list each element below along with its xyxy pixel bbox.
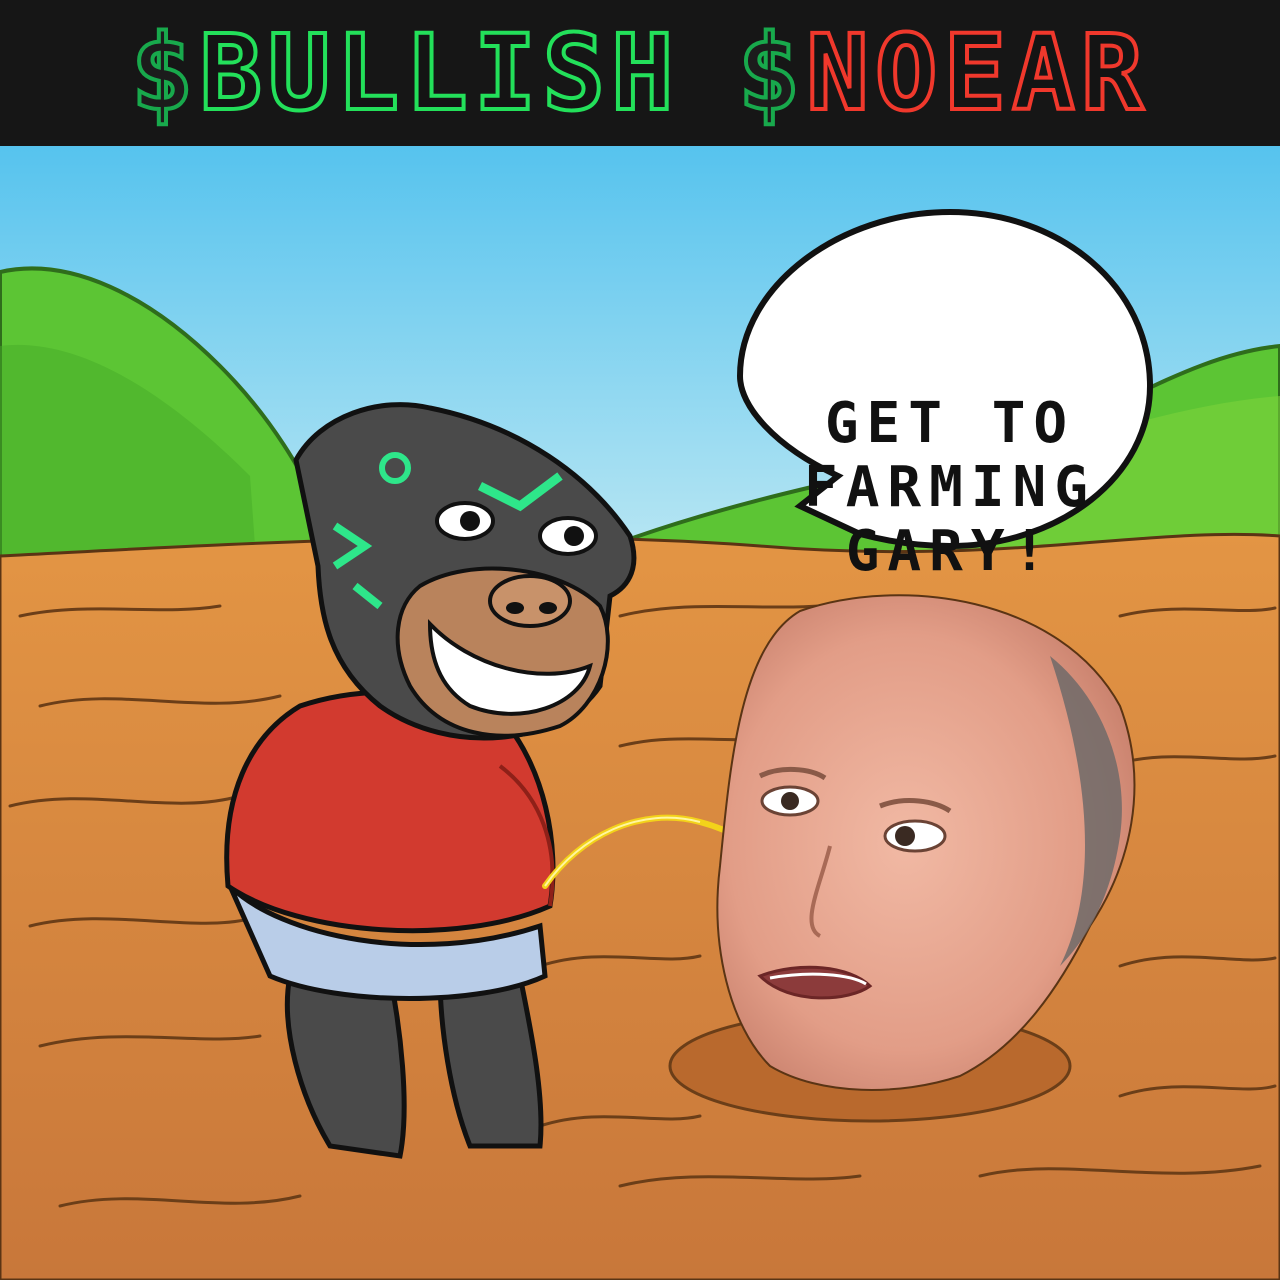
bull-dollar-sign: $: [129, 10, 200, 136]
scene-illustration: [0, 146, 1280, 1280]
bear-dollar-sign: $: [736, 10, 807, 136]
farm-scene: GET TO FARMING GARY!: [0, 146, 1280, 1280]
speech-line-2: FARMING: [803, 455, 1096, 520]
bullish-word: BULLISH: [197, 10, 680, 136]
speech-bubble-text: GET TO FARMING GARY!: [760, 392, 1140, 584]
bullish-ticker: $ BULLISH: [129, 10, 680, 136]
meme-canvas: $ BULLISH $ NOEAR GET TO FARMING GARY!: [0, 0, 1280, 1280]
ticker-header: $ BULLISH $ NOEAR: [0, 0, 1280, 146]
noear-word: NOEAR: [804, 10, 1150, 136]
speech-line-1: GET TO: [824, 391, 1076, 456]
speech-line-3: GARY!: [845, 519, 1055, 584]
noear-ticker: $ NOEAR: [736, 10, 1150, 136]
